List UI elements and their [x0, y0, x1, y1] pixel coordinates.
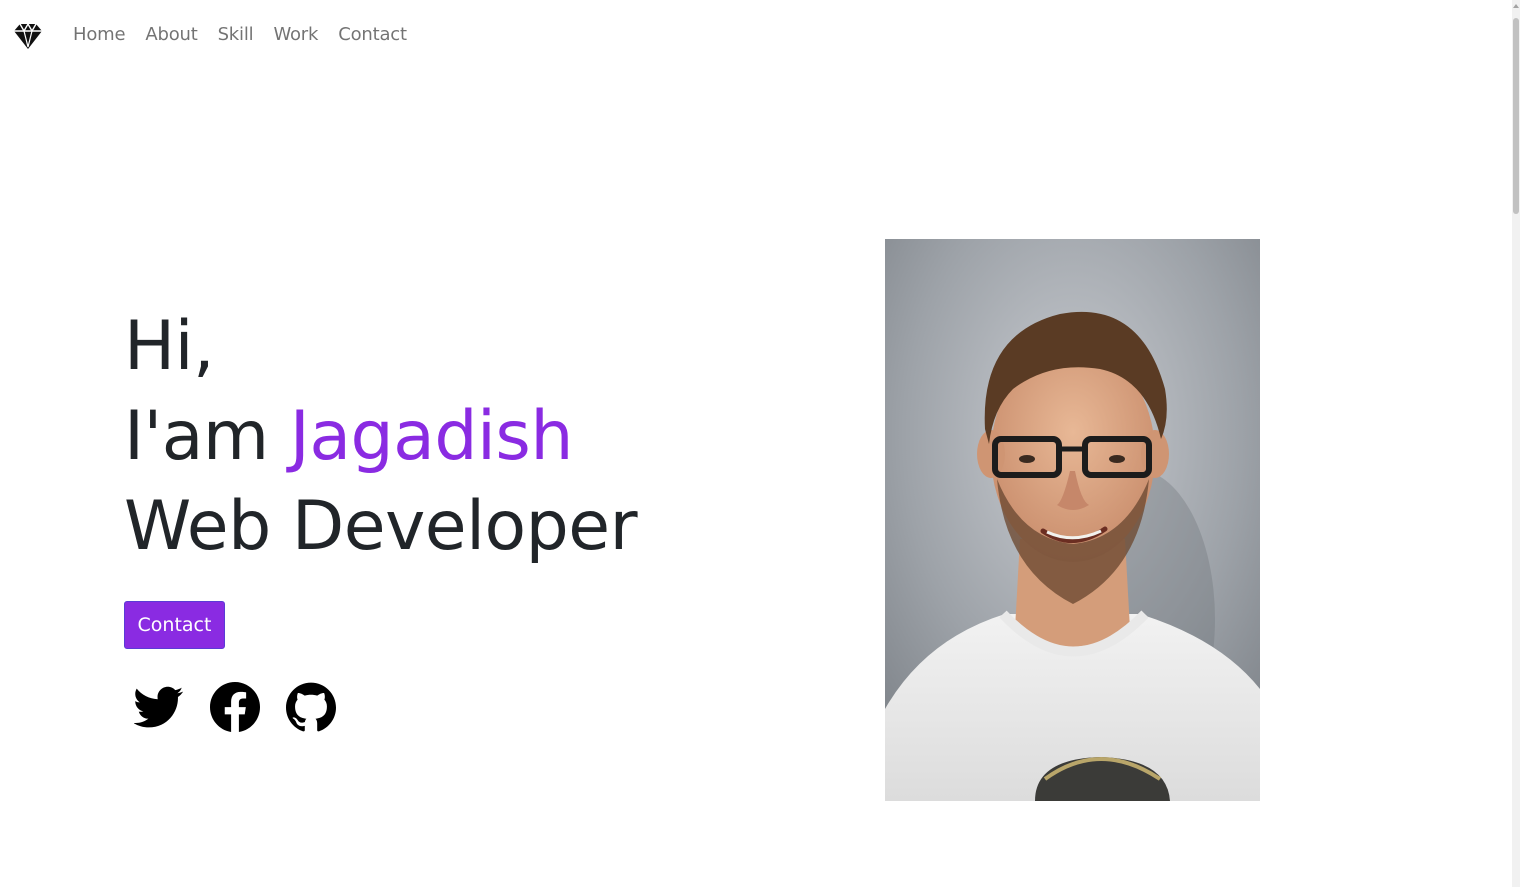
hero-greeting: Hi,	[124, 307, 215, 386]
page-scrollbar[interactable]	[1512, 0, 1520, 887]
nav-links: Home About Skill Work Contact	[63, 20, 417, 49]
diamond-icon	[14, 22, 42, 49]
contact-button[interactable]: Contact	[124, 601, 225, 649]
nav-link-work[interactable]: Work	[263, 20, 328, 49]
nav-link-home[interactable]: Home	[63, 20, 135, 49]
social-links	[133, 682, 336, 732]
twitter-link[interactable]	[133, 682, 184, 732]
github-link[interactable]	[286, 682, 336, 732]
hero-intro: I'am Jagadish	[124, 392, 637, 482]
hero-role: Web Developer	[124, 487, 638, 566]
portrait-illustration	[885, 239, 1260, 801]
facebook-link[interactable]	[210, 682, 260, 732]
scrollbar-thumb[interactable]	[1513, 18, 1519, 214]
twitter-icon	[133, 686, 184, 728]
github-icon	[286, 682, 336, 732]
navbar: Home About Skill Work Contact	[0, 0, 1512, 72]
profile-photo	[885, 239, 1260, 801]
nav-link-skill[interactable]: Skill	[208, 20, 264, 49]
facebook-icon	[210, 682, 260, 732]
brand-logo[interactable]	[13, 22, 43, 50]
hero-name: Jagadish	[289, 397, 574, 476]
nav-link-about[interactable]: About	[135, 20, 207, 49]
scroll-up-arrow-icon[interactable]	[1513, 4, 1519, 8]
nav-link-contact[interactable]: Contact	[328, 20, 417, 49]
hero-heading: Hi, I'am Jagadish Web Developer	[124, 302, 638, 572]
hero-intro-prefix: I'am	[124, 397, 290, 476]
